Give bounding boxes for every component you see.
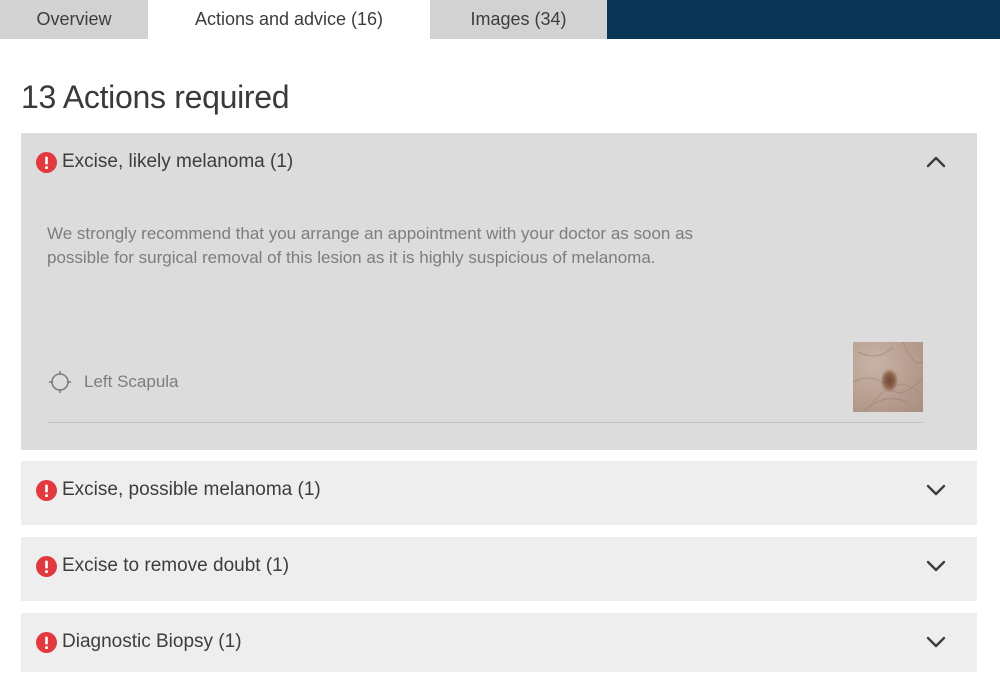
lesion-location[interactable]: Left Scapula: [48, 370, 179, 394]
tab-label: Images (34): [470, 9, 567, 29]
action-panel-excise-likely-melanoma: Excise, likely melanoma (1) We strongly …: [21, 133, 977, 450]
chevron-down-icon[interactable]: [924, 478, 948, 502]
location-label: Left Scapula: [84, 372, 179, 391]
alert-icon: [36, 555, 57, 577]
action-title: Diagnostic Biopsy (1): [62, 631, 242, 652]
tab-overview[interactable]: Overview: [0, 0, 148, 39]
tab-label: Overview: [36, 9, 112, 29]
action-title: Excise, possible melanoma (1): [62, 479, 321, 500]
tab-actions-and-advice[interactable]: Actions and advice (16): [148, 0, 430, 39]
lesion-thumbnail[interactable]: [853, 342, 923, 412]
tab-label: Actions and advice (16): [194, 9, 384, 29]
action-title: Excise, likely melanoma (1): [62, 151, 294, 172]
chevron-down-icon[interactable]: [924, 554, 948, 578]
skin-hair-texture: [853, 342, 923, 412]
action-panel-diagnostic-biopsy: Diagnostic Biopsy (1): [21, 613, 977, 672]
divider: [48, 422, 923, 423]
page-title: 13 Actions required: [21, 79, 290, 115]
tab-images[interactable]: Images (34): [430, 0, 607, 39]
action-title: Excise to remove doubt (1): [62, 555, 290, 576]
action-panel-header[interactable]: Excise to remove doubt (1): [36, 537, 962, 595]
chevron-up-icon[interactable]: [924, 150, 948, 174]
action-panel-excise-possible-melanoma: Excise, possible melanoma (1): [21, 461, 977, 525]
action-panel-header[interactable]: Diagnostic Biopsy (1): [36, 613, 962, 671]
alert-icon: [36, 151, 57, 173]
alert-icon: [36, 631, 57, 653]
action-panel-header[interactable]: Excise, likely melanoma (1): [36, 133, 962, 191]
chevron-down-icon[interactable]: [924, 630, 948, 654]
action-description: We strongly recommend that you arrange a…: [47, 224, 694, 267]
crosshair-icon: [49, 371, 71, 393]
alert-icon: [36, 479, 57, 501]
action-panel-header[interactable]: Excise, possible melanoma (1): [36, 461, 962, 519]
action-panel-excise-to-remove-doubt: Excise to remove doubt (1): [21, 537, 977, 601]
tab-bar: Overview Actions and advice (16) Images …: [0, 0, 1000, 39]
